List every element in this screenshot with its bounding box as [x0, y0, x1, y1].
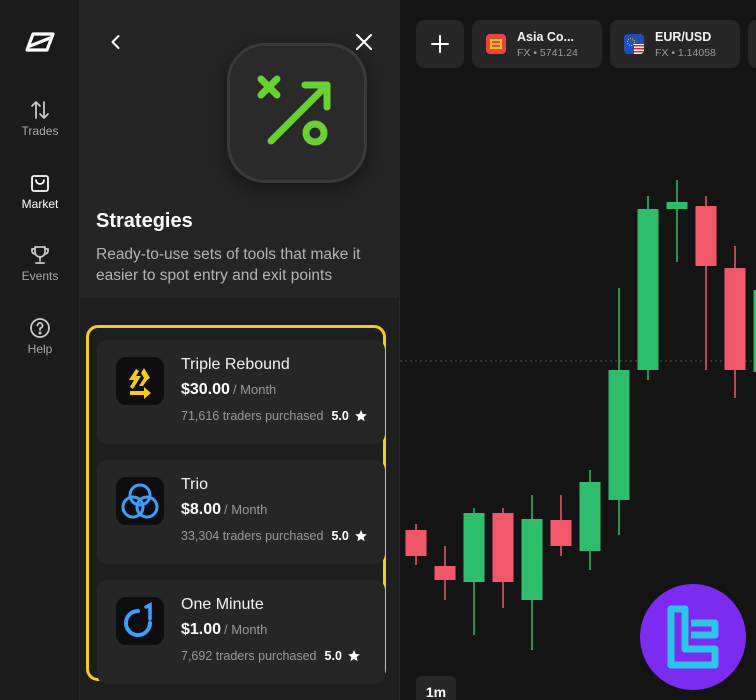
help-circle-icon [30, 318, 50, 338]
arrows-updown-icon [31, 101, 49, 119]
strategy-meta: 7,692 traders purchased 5.0 [181, 649, 361, 663]
left-rail: Trades Market Events Help [0, 0, 80, 700]
candle-body [637, 209, 659, 370]
strategy-list: Triple Rebound $30.00/ Month 71,616 trad… [86, 325, 386, 684]
rail-item-trades[interactable]: Trades [0, 98, 80, 154]
strategy-card-one-minute[interactable]: One Minute $1.00/ Month 7,692 traders pu… [97, 580, 385, 684]
asset-price: FX • 5741.24 [517, 47, 578, 59]
candle-body [405, 530, 427, 556]
candle-body [608, 370, 630, 500]
strategy-meta: 71,616 traders purchased 5.0 [181, 409, 368, 423]
star-icon [348, 650, 360, 662]
candle-body [434, 566, 456, 580]
rail-label: Help [27, 342, 53, 356]
three-circles-icon [116, 477, 164, 525]
candle-body [463, 513, 485, 582]
strategy-purchased: 7,692 traders purchased [181, 649, 317, 663]
strategies-panel: Strategies Ready-to-use sets of tools th… [80, 0, 400, 700]
star-icon [355, 410, 367, 422]
strategy-name: Trio [181, 476, 208, 493]
asia-flag-icon [486, 34, 506, 54]
asset-name: EUR/USD [655, 30, 712, 44]
timeframe-button[interactable]: 1m [416, 676, 456, 700]
strategy-card-trio[interactable]: Trio $8.00/ Month 33,304 traders purchas… [97, 460, 385, 564]
rail-item-market[interactable]: Market [0, 171, 80, 227]
rail-label: Events [21, 269, 59, 283]
candle-body [521, 519, 543, 600]
rail-label: Market [21, 197, 59, 211]
brand-logo-icon[interactable] [24, 30, 56, 54]
strategy-period: / Month [232, 382, 277, 397]
candle-body [695, 206, 717, 266]
strategy-name: Triple Rebound [181, 356, 290, 373]
candle-body [550, 520, 572, 546]
strategy-price: $30.00/ Month [181, 381, 277, 398]
candle-body [492, 513, 514, 582]
strategy-period: / Month [224, 622, 268, 637]
strategies-hero-icon [227, 43, 367, 183]
strategy-period: / Month [224, 502, 268, 517]
watermark-logo-icon [640, 584, 746, 690]
strategy-purchased: 71,616 traders purchased [181, 409, 324, 423]
panel-description: Ready-to-use sets of tools that make it … [96, 246, 361, 284]
close-icon [356, 34, 372, 50]
rail-item-help[interactable]: Help [0, 316, 80, 372]
shopping-bag-icon [31, 175, 49, 192]
strategy-card-triple-rebound[interactable]: Triple Rebound $30.00/ Month 71,616 trad… [97, 340, 385, 444]
chevron-left-icon [111, 35, 120, 49]
rail-item-events[interactable]: Events [0, 243, 80, 299]
strategy-purchased: 33,304 traders purchased [181, 529, 324, 543]
asset-name: Asia Co... [517, 30, 574, 44]
asset-tab-eurusd[interactable]: EUR/USD FX • 1.14058 [610, 20, 740, 68]
back-button[interactable] [102, 28, 130, 56]
strategy-rating: 5.0 [331, 409, 349, 423]
asset-topbar: Asia Co... FX • 5741.24 EUR/USD FX • 1.1… [400, 0, 756, 86]
chart-area[interactable]: Asia Co... FX • 5741.24 EUR/USD FX • 1.1… [400, 0, 756, 700]
eur-usd-flag-icon [624, 34, 644, 54]
strategy-rating: 5.0 [324, 649, 342, 663]
strategy-name: One Minute [181, 596, 264, 613]
panel-header: Strategies Ready-to-use sets of tools th… [80, 0, 400, 298]
candle-body [666, 202, 688, 209]
asset-tab-asia[interactable]: Asia Co... FX • 5741.24 [472, 20, 602, 68]
candle-body [724, 268, 746, 370]
asset-tab-overflow[interactable] [748, 20, 756, 68]
one-minute-icon [116, 597, 164, 645]
strategy-price: $8.00/ Month [181, 501, 268, 518]
strategy-price: $1.00/ Month [181, 621, 268, 638]
strategy-arrow-icon [257, 75, 331, 146]
rail-label: Trades [21, 124, 59, 138]
strategy-rating: 5.0 [331, 529, 349, 543]
trophy-icon [31, 246, 49, 264]
recycle-icon [116, 357, 164, 405]
add-asset-button[interactable] [416, 20, 464, 68]
plus-icon [431, 35, 449, 53]
candle-body [579, 482, 601, 551]
asset-price: FX • 1.14058 [655, 47, 716, 59]
star-icon [355, 530, 367, 542]
page-title: Strategies [96, 210, 193, 232]
strategy-meta: 33,304 traders purchased 5.0 [181, 529, 368, 543]
